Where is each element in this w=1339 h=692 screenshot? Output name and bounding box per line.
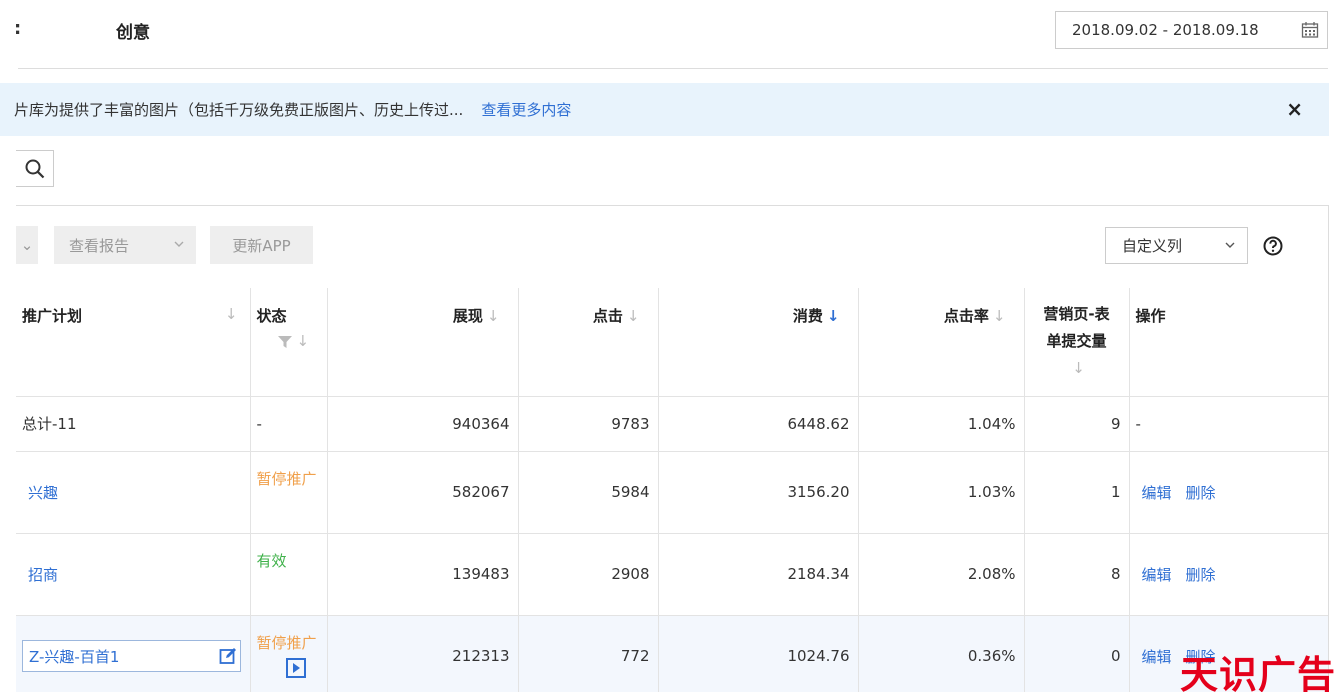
col-impressions-header[interactable]: 展现 ↓ [327, 288, 519, 397]
search-icon [25, 159, 44, 178]
search-button[interactable] [16, 150, 54, 187]
update-app-label: 更新APP [232, 236, 291, 255]
col-conversions-header[interactable]: 营销页-表 单提交量 ↓ [1024, 288, 1130, 397]
plan-link[interactable]: 兴趣 [28, 484, 58, 502]
table-row: 招商 有效 139483 2908 2184.34 2.08% 8 编辑 删除 [16, 533, 1328, 616]
cell-spend: 3156.20 [658, 451, 859, 534]
cell-conversions: 1 [1024, 451, 1130, 534]
edit-icon[interactable] [219, 647, 237, 665]
help-icon[interactable] [1263, 236, 1283, 256]
close-icon[interactable]: × [1286, 97, 1303, 121]
plan-link[interactable]: 招商 [28, 566, 58, 584]
col-spend-label: 消费 [792, 307, 823, 325]
status-badge: 暂停推广 [256, 633, 317, 652]
col-clicks-header[interactable]: 点击 ↓ [518, 288, 659, 397]
cell-impressions: 582067 [327, 451, 519, 534]
calendar-icon [1301, 22, 1319, 38]
cell-ctr: 2.08% [858, 533, 1025, 616]
table-header-row: 推广计划 ↓ 状态 ↓ 展现 ↓ 点击 ↓ 消费 ↓ 点击率 ↓ 营销页-表 单… [16, 288, 1328, 397]
total-status: - [250, 396, 328, 452]
sort-arrow-icon[interactable]: ↓ [297, 332, 310, 350]
total-clicks: 9783 [518, 396, 659, 452]
col-ctr-label: 点击率 [943, 307, 989, 325]
custom-columns-select[interactable]: 自定义列 [1105, 227, 1248, 264]
cell-ctr: 0.36% [858, 615, 1025, 692]
total-plan: 总计-11 [16, 396, 251, 452]
cell-clicks: 5984 [518, 451, 659, 534]
edit-link[interactable]: 编辑 [1142, 484, 1172, 502]
col-status-label: 状态 [256, 307, 287, 325]
view-report-dropdown[interactable]: 查看报告 [54, 226, 196, 264]
sort-arrow-icon[interactable]: ↓ [1072, 359, 1085, 377]
col-plan-header[interactable]: 推广计划 ↓ [16, 288, 251, 397]
plan-name-inline-edit[interactable]: Z-兴趣-百首1 [22, 640, 241, 672]
date-range-picker[interactable]: 2018.09.02 - 2018.09.18 [1055, 11, 1328, 49]
batch-dropdown-button[interactable]: ⌄ [16, 226, 38, 264]
col-clicks-label: 点击 [592, 307, 623, 325]
notice-banner: 片库为提供了丰富的图片（包括千万级免费正版图片、历史上传过... 查看更多内容 … [0, 83, 1329, 136]
col-ops-header: 操作 [1129, 288, 1328, 397]
col-ctr-header[interactable]: 点击率 ↓ [858, 288, 1025, 397]
table-row: 兴趣 暂停推广 582067 5984 3156.20 1.03% 1 编辑 删除 [16, 451, 1328, 534]
col-plan-label: 推广计划 [22, 307, 83, 325]
play-icon[interactable] [286, 658, 306, 678]
sort-arrow-active-icon[interactable]: ↓ [827, 307, 840, 325]
panel-top-border [16, 205, 1329, 206]
cell-impressions: 212313 [327, 615, 519, 692]
cell-conversions: 0 [1024, 615, 1130, 692]
plan-name-value: Z-兴趣-百首1 [29, 647, 120, 666]
page-title: 创意 [116, 23, 150, 43]
chevron-down-icon [1225, 242, 1235, 248]
header-divider [18, 68, 1328, 69]
col-conversions-label-2: 单提交量 [1046, 332, 1107, 350]
status-badge: 有效 [256, 551, 287, 570]
total-impressions: 940364 [327, 396, 519, 452]
cell-spend: 1024.76 [658, 615, 859, 692]
panel-right-border [1328, 205, 1329, 692]
cell-clicks: 772 [518, 615, 659, 692]
delete-link[interactable]: 删除 [1186, 484, 1216, 502]
col-status-header[interactable]: 状态 ↓ [250, 288, 328, 397]
campaign-table: 推广计划 ↓ 状态 ↓ 展现 ↓ 点击 ↓ 消费 ↓ 点击率 ↓ 营销页-表 单… [16, 288, 1328, 692]
col-impressions-label: 展现 [452, 307, 483, 325]
edit-link[interactable]: 编辑 [1142, 648, 1172, 666]
total-ops: - [1129, 396, 1328, 452]
custom-columns-label: 自定义列 [1122, 237, 1183, 255]
col-ops-label: 操作 [1135, 307, 1166, 325]
delete-link[interactable]: 删除 [1186, 566, 1216, 584]
total-conversions: 9 [1024, 396, 1130, 452]
watermark-logo: 天识广告 [1180, 653, 1337, 692]
filter-icon[interactable] [277, 335, 293, 349]
col-conversions-label-1: 营销页-表 [1043, 305, 1110, 323]
cell-spend: 2184.34 [658, 533, 859, 616]
date-range-value: 2018.09.02 - 2018.09.18 [1072, 21, 1259, 39]
sort-arrow-icon[interactable]: ↓ [225, 305, 238, 323]
table-total-row: 总计-11 - 940364 9783 6448.62 1.04% 9 - [16, 396, 1328, 452]
sort-arrow-icon[interactable]: ↓ [487, 307, 500, 325]
table-row: Z-兴趣-百首1 暂停推广 212313 772 1024.76 0.36% 0… [16, 615, 1328, 692]
cell-conversions: 8 [1024, 533, 1130, 616]
view-report-label: 查看报告 [69, 236, 130, 255]
total-ctr: 1.04% [858, 396, 1025, 452]
edit-link[interactable]: 编辑 [1142, 566, 1172, 584]
chevron-down-icon [174, 241, 184, 247]
notice-more-link[interactable]: 查看更多内容 [481, 99, 571, 120]
sort-arrow-icon[interactable]: ↓ [627, 307, 640, 325]
status-badge: 暂停推广 [256, 469, 317, 488]
col-spend-header[interactable]: 消费 ↓ [658, 288, 859, 397]
cell-ctr: 1.03% [858, 451, 1025, 534]
update-app-button[interactable]: 更新APP [210, 226, 313, 264]
total-spend: 6448.62 [658, 396, 859, 452]
sort-arrow-icon[interactable]: ↓ [993, 307, 1006, 325]
cell-impressions: 139483 [327, 533, 519, 616]
notice-text: 片库为提供了丰富的图片（包括千万级免费正版图片、历史上传过... [14, 101, 464, 119]
cell-clicks: 2908 [518, 533, 659, 616]
chevron-down-icon: ⌄ [20, 236, 34, 254]
header-fragment: : [14, 18, 22, 39]
